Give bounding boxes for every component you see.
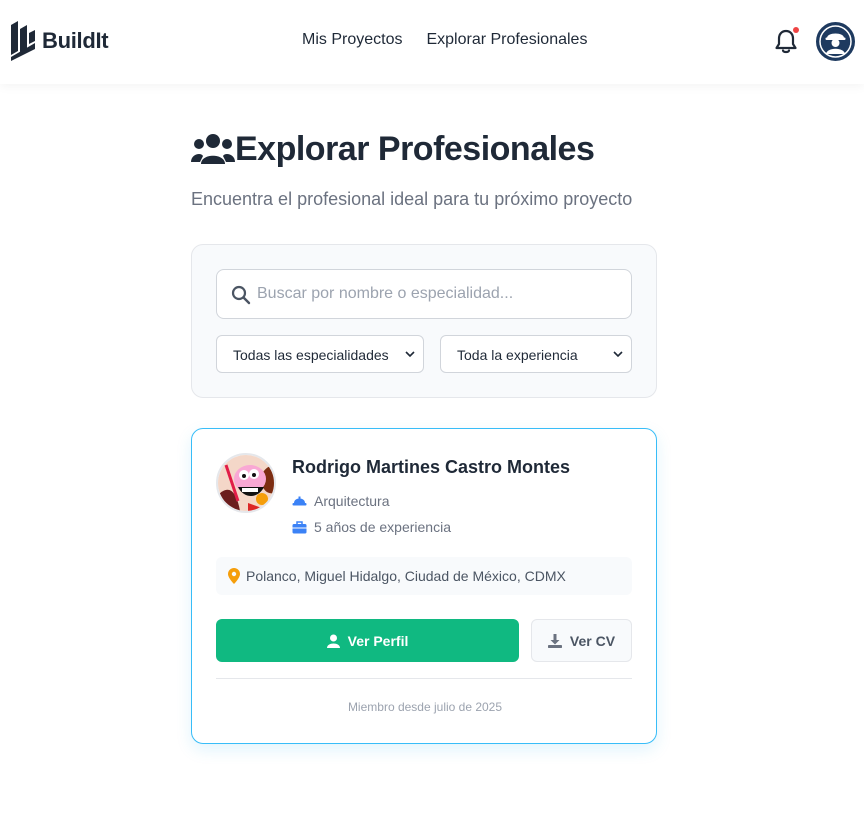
experience-text: 5 años de experiencia — [314, 519, 451, 535]
professional-name[interactable]: Rodrigo Martines Castro Montes — [292, 457, 570, 478]
hardhat-avatar-icon — [819, 25, 852, 58]
main-nav: Mis Proyectos Explorar Profesionales — [302, 31, 587, 49]
location-box: Polanco, Miguel Hidalgo, Ciudad de Méxic… — [216, 557, 632, 595]
brand-logo[interactable]: BuildIt — [10, 21, 109, 61]
top-navbar: BuildIt Mis Proyectos Explorar Profesion… — [0, 0, 864, 84]
location-text: Polanco, Miguel Hidalgo, Ciudad de Méxic… — [246, 568, 566, 584]
hardhat-icon — [292, 496, 307, 506]
professional-card: Rodrigo Martines Castro Montes Arquitect… — [191, 428, 657, 744]
download-icon — [547, 633, 562, 648]
user-icon — [326, 634, 340, 648]
profile-avatar[interactable] — [816, 22, 855, 61]
building-logo-icon — [11, 21, 35, 61]
specialty-row: Arquitectura — [292, 493, 389, 509]
brand-name: BuildIt — [42, 28, 109, 53]
specialty-select-value: Todas las especialidades — [233, 347, 389, 363]
filter-panel: Todas las especialidades Toda la experie… — [191, 244, 657, 398]
chevron-down-icon — [405, 351, 415, 358]
chevron-down-icon — [613, 351, 623, 358]
page-subtitle: Encuentra el profesional ideal para tu p… — [191, 189, 633, 209]
view-cv-button[interactable]: Ver CV — [531, 619, 632, 662]
search-box — [216, 269, 632, 319]
experience-select-value: Toda la experiencia — [457, 347, 578, 363]
briefcase-icon — [292, 520, 307, 533]
view-profile-button[interactable]: Ver Perfil — [216, 619, 519, 662]
search-icon — [231, 285, 251, 305]
card-divider — [216, 678, 632, 679]
page-title: Explorar Profesionales — [191, 130, 595, 169]
nav-link-explorar-profesionales[interactable]: Explorar Profesionales — [426, 31, 587, 49]
cartoon-avatar-image — [218, 455, 274, 511]
map-pin-icon — [228, 568, 240, 584]
specialty-select[interactable]: Todas las especialidades — [216, 335, 424, 373]
search-input[interactable] — [257, 270, 617, 318]
experience-select[interactable]: Toda la experiencia — [440, 335, 632, 373]
page-heading: Explorar Profesionales — [235, 130, 595, 168]
notification-dot — [793, 27, 799, 33]
professional-avatar[interactable] — [216, 453, 276, 513]
view-profile-label: Ver Perfil — [347, 632, 409, 649]
specialty-text: Arquitectura — [314, 493, 390, 509]
users-icon — [191, 133, 235, 164]
experience-row: 5 años de experiencia — [292, 519, 451, 535]
view-cv-label: Ver CV — [569, 632, 616, 649]
member-since-text: Miembro desde julio de 2025 — [347, 700, 503, 714]
nav-link-mis-proyectos[interactable]: Mis Proyectos — [302, 31, 402, 49]
